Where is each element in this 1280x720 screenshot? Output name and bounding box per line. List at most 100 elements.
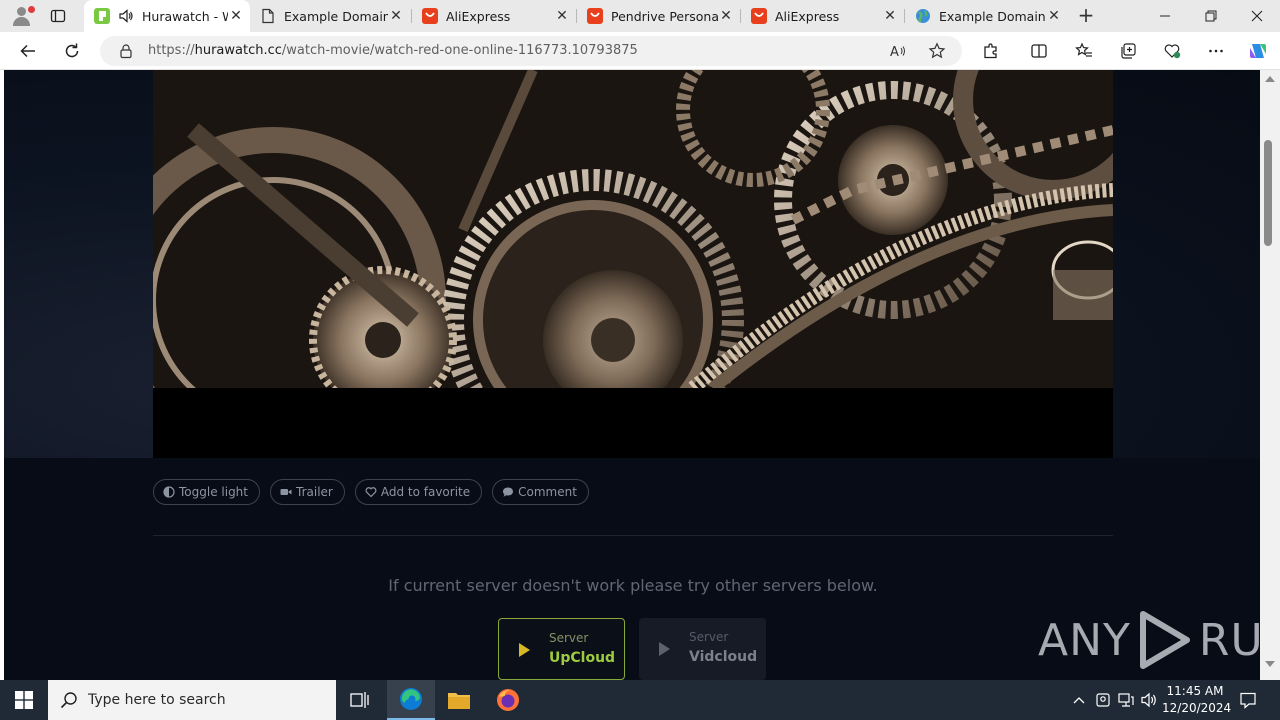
- close-tab-icon[interactable]: ✕: [554, 8, 570, 24]
- comment-label: Comment: [518, 485, 577, 499]
- browser-essentials-button[interactable]: [1159, 38, 1185, 64]
- scroll-down-arrow-icon[interactable]: [1265, 661, 1275, 667]
- trailer-button[interactable]: Trailer: [270, 479, 345, 505]
- scroll-thumb[interactable]: [1264, 140, 1272, 246]
- task-view-icon: [350, 692, 369, 708]
- notifications-button[interactable]: [1236, 680, 1260, 720]
- edge-taskbar-button[interactable]: [387, 680, 435, 720]
- volume-tray-button[interactable]: [1140, 680, 1160, 720]
- player-control-area[interactable]: [153, 388, 1113, 458]
- copilot-button[interactable]: [1245, 38, 1271, 64]
- more-menu-button[interactable]: [1203, 38, 1229, 64]
- more-dots-icon: [1209, 49, 1223, 53]
- toggle-light-label: Toggle light: [179, 485, 248, 499]
- volume-icon: [1141, 692, 1156, 708]
- favorites-button[interactable]: [1071, 38, 1097, 64]
- clock-date: 12/20/2024: [1162, 701, 1232, 715]
- extensions-button[interactable]: [978, 38, 1004, 64]
- aliexpress-icon: [587, 8, 603, 24]
- search-icon: [60, 692, 77, 709]
- movie-actions: Toggle light Trailer Add to favorite Com…: [153, 479, 589, 505]
- tab-actions-icon[interactable]: [50, 8, 66, 24]
- show-hidden-icons-button[interactable]: [1070, 680, 1088, 720]
- lock-icon[interactable]: [118, 43, 134, 59]
- video-frame-gears: [153, 70, 1113, 388]
- browser-toolbar: https://hurawatch.cc/watch-movie/watch-r…: [0, 32, 1280, 70]
- start-button[interactable]: [0, 680, 48, 720]
- close-icon: [1251, 10, 1263, 22]
- favorites-list-icon: [1075, 42, 1092, 57]
- tab-title: Hurawatch - Watch: [142, 8, 228, 24]
- back-button[interactable]: [15, 38, 41, 64]
- tab-aliexpress-2[interactable]: AliExpress ✕: [741, 0, 904, 32]
- anyrun-watermark: ANY RUN: [1038, 608, 1280, 672]
- section-divider: [153, 535, 1113, 536]
- page-icon: [262, 8, 274, 24]
- split-screen-button[interactable]: [1026, 38, 1052, 64]
- page-scrollbar[interactable]: [1260, 70, 1280, 680]
- video-player[interactable]: [153, 70, 1113, 388]
- edge-icon: [400, 688, 422, 710]
- taskbar-search[interactable]: Type here to search: [48, 680, 336, 720]
- close-tab-icon[interactable]: ✕: [882, 8, 898, 24]
- refresh-button[interactable]: [59, 38, 85, 64]
- add-to-favorite-button[interactable]: Add to favorite: [354, 479, 483, 505]
- toggle-light-button[interactable]: Toggle light: [153, 479, 260, 505]
- tab-example-domain[interactable]: Example Domain ✕: [250, 0, 410, 32]
- half-moon-icon: [163, 486, 175, 498]
- server-notice: If current server doesn't work please tr…: [388, 576, 878, 595]
- chat-bubble-icon: [503, 487, 514, 497]
- search-placeholder: Type here to search: [88, 692, 226, 708]
- server-name: UpCloud: [549, 650, 616, 666]
- network-tray-button[interactable]: [1117, 680, 1135, 720]
- close-tab-icon[interactable]: ✕: [388, 8, 404, 24]
- puzzle-icon: [984, 43, 997, 59]
- tab-title: Example Domain: [284, 8, 388, 24]
- tab-example-domains[interactable]: Example Domains ✕: [905, 0, 1068, 32]
- aliexpress-icon: [422, 8, 438, 24]
- url-host: hurawatch.cc: [194, 43, 282, 58]
- close-tab-icon[interactable]: ✕: [1046, 8, 1062, 24]
- tab-title: Pendrive Personaliz: [611, 8, 718, 24]
- play-triangle-logo-icon: [1139, 611, 1190, 669]
- file-explorer-button[interactable]: [435, 680, 483, 720]
- comment-button[interactable]: Comment: [492, 479, 589, 505]
- add-to-favorite-label: Add to favorite: [380, 485, 471, 499]
- taskbar-clock[interactable]: 11:45 AM 12/20/2024: [1162, 683, 1232, 717]
- folder-icon: [448, 693, 470, 709]
- restore-icon: [1205, 10, 1217, 22]
- minimize-button[interactable]: [1142, 0, 1188, 32]
- tab-pendrive[interactable]: Pendrive Personaliz ✕: [577, 0, 740, 32]
- firefox-button[interactable]: [484, 680, 532, 720]
- server-vidcloud-button[interactable]: Server Vidcloud: [639, 618, 766, 680]
- tab-title: AliExpress: [775, 8, 840, 24]
- page-viewport: Toggle light Trailer Add to favorite Com…: [0, 70, 1280, 680]
- heart-pulse-icon: [1164, 44, 1181, 59]
- security-tray-button[interactable]: [1094, 680, 1112, 720]
- globe-icon: [916, 9, 930, 23]
- play-icon: [519, 643, 530, 657]
- new-tab-button[interactable]: +: [1076, 5, 1096, 26]
- address-bar[interactable]: https://hurawatch.cc/watch-movie/watch-r…: [100, 36, 962, 66]
- tab-title: AliExpress: [446, 8, 511, 24]
- task-view-button[interactable]: [336, 680, 384, 720]
- speaker-icon[interactable]: [118, 8, 134, 24]
- url-text[interactable]: https://hurawatch.cc/watch-movie/watch-r…: [148, 43, 638, 58]
- tab-title: Example Domains: [939, 8, 1046, 24]
- favorite-star-icon[interactable]: [928, 42, 946, 60]
- server-upcloud-button[interactable]: Server UpCloud: [498, 618, 625, 680]
- collections-button[interactable]: [1115, 38, 1141, 64]
- close-tab-icon[interactable]: ✕: [718, 8, 734, 24]
- close-window-button[interactable]: [1234, 0, 1280, 32]
- windows-taskbar: Type here to search 11:45 AM 12/20/2024: [0, 680, 1280, 720]
- tab-aliexpress-1[interactable]: AliExpress ✕: [412, 0, 576, 32]
- close-tab-icon[interactable]: ✕: [228, 8, 244, 24]
- play-icon: [659, 642, 670, 656]
- tab-hurawatch[interactable]: Hurawatch - Watch ✕: [84, 0, 250, 32]
- firefox-icon: [497, 689, 519, 711]
- notification-bubble-icon: [1240, 692, 1256, 709]
- restore-button[interactable]: [1188, 0, 1234, 32]
- profile-icon[interactable]: [8, 4, 35, 28]
- read-aloud-icon[interactable]: A: [889, 42, 907, 60]
- scroll-up-arrow-icon[interactable]: [1265, 76, 1275, 82]
